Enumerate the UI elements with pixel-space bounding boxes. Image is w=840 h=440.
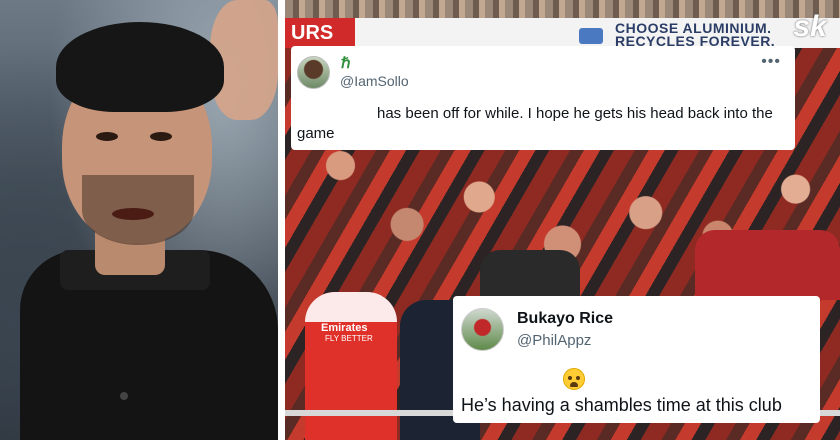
shirt-white-trim (305, 292, 397, 322)
manager-photo (0, 0, 278, 440)
display-name[interactable]: Bukayo Rice (517, 310, 613, 328)
fan-red-shirt (695, 230, 840, 300)
tweet-text: He’s having a shambles time at this club (461, 395, 782, 415)
more-options-icon[interactable]: ••• (761, 54, 781, 70)
mouth (112, 208, 154, 220)
banner-left-text: URS (285, 18, 355, 48)
tweet-card: Bukayo Rice @PhilAppz He’s having a sham… (453, 296, 820, 423)
user-handle[interactable]: @IamSollo (340, 73, 409, 89)
shirt-sponsor-tagline: FLY BETTER (325, 334, 373, 343)
tweet-text: has been off for while. I hope he gets h… (297, 105, 773, 142)
banner-logo (579, 28, 603, 44)
avatar[interactable] (297, 56, 330, 89)
banner-text: CHOOSE ALUMINIUM. RECYCLES FOREVER. (615, 20, 776, 49)
hair (56, 22, 224, 112)
loudly-crying-face-icon (563, 368, 585, 390)
left-eye (96, 132, 118, 141)
shirt-sponsor: Emirates (321, 322, 368, 334)
panel-divider (278, 0, 285, 440)
user-badge-icon: ℏ (341, 55, 351, 72)
shirt-button (120, 392, 128, 400)
tweet-card: ℏ @IamSollo ••• has been off for while. … (291, 46, 795, 150)
sportskeeda-logo-icon: sk (793, 10, 827, 43)
user-handle[interactable]: @PhilAppz (517, 332, 591, 350)
right-eye (150, 132, 172, 141)
avatar[interactable] (461, 308, 504, 351)
